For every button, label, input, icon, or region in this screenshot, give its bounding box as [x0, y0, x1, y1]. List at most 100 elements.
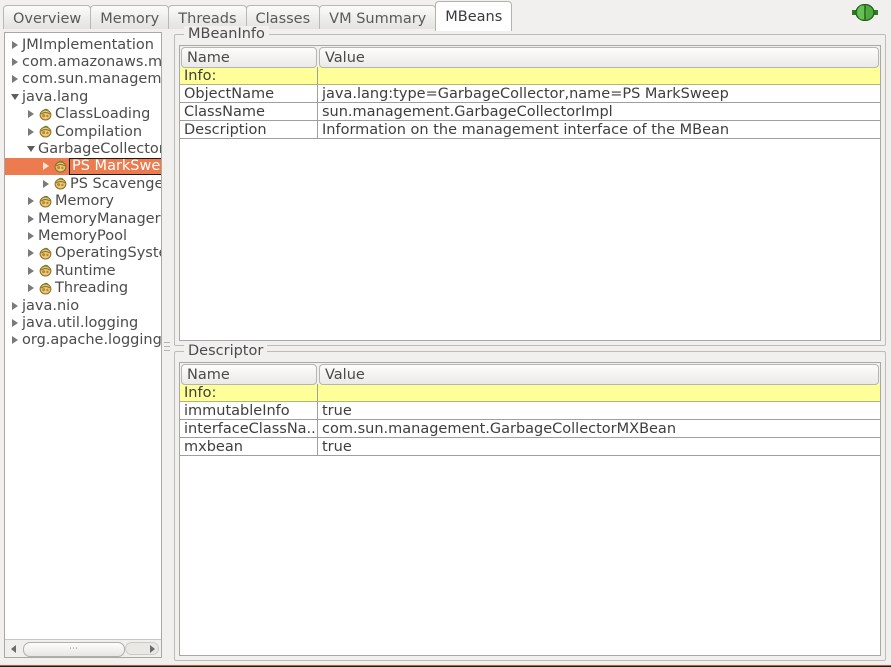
- table-row[interactable]: Info:: [180, 67, 880, 85]
- descriptor-table-header: Name Value: [180, 363, 880, 385]
- descriptor-panel: Descriptor Name Value Info: immutableInfo…: [174, 343, 886, 661]
- tree-hscroll-grip: ⋯: [69, 644, 79, 654]
- descriptor-table[interactable]: Name Value Info: immutableInfo true interfa…: [179, 362, 881, 656]
- chevron-right-icon[interactable]: [8, 75, 21, 84]
- tree-node-label: MemoryPool: [38, 227, 127, 244]
- tree-horizontal-scrollbar[interactable]: ⋯: [5, 639, 161, 657]
- tree-node-label: PS Scavenge: [70, 175, 161, 192]
- mbeaninfo-col-value[interactable]: Value: [319, 47, 879, 68]
- tab-label: VM Summary: [329, 10, 427, 27]
- mbean-icon: [52, 177, 69, 190]
- chevron-down-icon[interactable]: [24, 146, 37, 153]
- mbean-tree-scroll[interactable]: JMImplementation com.amazonaws.ma com.sun.…: [5, 33, 161, 639]
- tab-memory[interactable]: Memory: [90, 5, 170, 31]
- mbean-icon: [37, 195, 54, 208]
- connected-plug-icon[interactable]: [852, 3, 878, 22]
- tree-node-memorymanager[interactable]: MemoryManager: [5, 210, 161, 227]
- cell-name: ClassName: [180, 103, 318, 121]
- cell-name: mxbean: [180, 438, 318, 456]
- cell-value: [318, 384, 880, 402]
- chevron-right-icon[interactable]: [39, 162, 52, 171]
- cell-name: Info:: [180, 384, 318, 402]
- cell-name: Description: [180, 121, 318, 139]
- cell-name: ObjectName: [180, 85, 318, 103]
- tree-node-jmimplementation[interactable]: JMImplementation: [5, 36, 161, 53]
- descriptor-title: Descriptor: [184, 343, 268, 359]
- mbean-icon: [37, 108, 54, 121]
- mbeaninfo-table-body: Info: ObjectName java.lang:type=GarbageCol…: [180, 67, 880, 139]
- tree-node-label: Memory: [55, 193, 114, 210]
- tree-node-java-nio[interactable]: java.nio: [5, 297, 161, 314]
- chevron-right-icon[interactable]: [24, 110, 37, 119]
- table-row[interactable]: interfaceClassNa... com.sun.management.Ga…: [180, 420, 880, 438]
- table-row[interactable]: ClassName sun.management.GarbageCollector…: [180, 103, 880, 121]
- chevron-right-icon[interactable]: [24, 284, 37, 293]
- tree-node-label: Compilation: [55, 123, 143, 140]
- mbean-icon: [37, 247, 54, 260]
- chevron-right-icon[interactable]: [8, 301, 21, 310]
- tree-node-label: java.nio: [22, 297, 80, 314]
- tree-node-memory[interactable]: Memory: [5, 193, 161, 210]
- cell-name: immutableInfo: [180, 402, 318, 420]
- tree-node-label: PS MarkSweep: [69, 157, 161, 175]
- chevron-right-icon[interactable]: [8, 58, 21, 67]
- table-row[interactable]: Description Information on the management…: [180, 121, 880, 139]
- tab-vm-summary[interactable]: VM Summary: [319, 5, 437, 31]
- tree-node-com-amazonaws-ma[interactable]: com.amazonaws.ma: [5, 53, 161, 70]
- tree-node-compilation[interactable]: Compilation: [5, 123, 161, 140]
- tree-node-label: JMImplementation: [22, 36, 154, 53]
- tree-node-label: Runtime: [55, 262, 116, 279]
- jconsole-window: Overview Memory Threads Classes VM Summary MB…: [0, 0, 891, 667]
- tree-node-operatingsyste[interactable]: OperatingSyste: [5, 245, 161, 262]
- chevron-right-icon[interactable]: [24, 197, 37, 206]
- tree-node-org-apache-logging[interactable]: org.apache.logging.: [5, 332, 161, 349]
- descriptor-col-name[interactable]: Name: [181, 364, 317, 385]
- tab-mbeans[interactable]: MBeans: [435, 1, 513, 31]
- mbeaninfo-title: MBeanInfo: [184, 26, 269, 42]
- table-row[interactable]: immutableInfo true: [180, 402, 880, 420]
- cell-value: [318, 67, 880, 85]
- tree-node-threading[interactable]: Threading: [5, 279, 161, 296]
- tree-node-label: org.apache.logging.: [22, 332, 161, 349]
- tree-node-ps-marksweep[interactable]: PS MarkSweep: [5, 157, 161, 176]
- tab-label: MBeans: [445, 8, 503, 25]
- scroll-left-icon[interactable]: [6, 641, 21, 656]
- tree-node-runtime[interactable]: Runtime: [5, 262, 161, 279]
- chevron-right-icon[interactable]: [8, 318, 21, 327]
- cell-value: true: [318, 438, 880, 456]
- tab-overview[interactable]: Overview: [3, 5, 92, 31]
- split-pane-divider[interactable]: [163, 32, 172, 658]
- chevron-right-icon[interactable]: [24, 266, 37, 275]
- mbean-icon: [37, 264, 54, 277]
- cell-value: java.lang:type=GarbageCollector,name=PS …: [318, 85, 880, 103]
- tree-node-com-sun-manageme[interactable]: com.sun.manageme: [5, 71, 161, 88]
- tree-node-garbagecollector[interactable]: GarbageCollector: [5, 140, 161, 157]
- table-row[interactable]: mxbean true: [180, 438, 880, 456]
- tree-node-label: com.sun.manageme: [22, 71, 161, 88]
- chevron-right-icon[interactable]: [8, 40, 21, 49]
- chevron-right-icon[interactable]: [24, 249, 37, 258]
- chevron-right-icon[interactable]: [24, 214, 37, 223]
- tree-node-ps-scavenge[interactable]: PS Scavenge: [5, 175, 161, 192]
- chevron-down-icon[interactable]: [8, 93, 21, 100]
- cell-value: true: [318, 402, 880, 420]
- chevron-right-icon[interactable]: [39, 179, 52, 188]
- scroll-right-icon[interactable]: [145, 641, 160, 656]
- tab-label: Overview: [13, 10, 82, 27]
- chevron-right-icon[interactable]: [24, 127, 37, 136]
- cell-value: Information on the management interface …: [318, 121, 880, 139]
- tree-hscroll-thumb[interactable]: ⋯: [23, 642, 125, 657]
- mbeaninfo-col-name[interactable]: Name: [181, 47, 317, 68]
- chevron-right-icon[interactable]: [8, 336, 21, 345]
- mbeaninfo-table[interactable]: Name Value Info: ObjectName java.lang:type…: [179, 45, 881, 341]
- chevron-right-icon[interactable]: [24, 231, 37, 240]
- tree-node-java-util-logging[interactable]: java.util.logging: [5, 314, 161, 331]
- mbean-icon: [52, 160, 69, 173]
- tree-node-memorypool[interactable]: MemoryPool: [5, 227, 161, 244]
- table-row[interactable]: ObjectName java.lang:type=GarbageCollecto…: [180, 85, 880, 103]
- descriptor-col-value[interactable]: Value: [319, 364, 879, 385]
- tree-node-java-lang[interactable]: java.lang: [5, 88, 161, 105]
- mbeaninfo-table-header: Name Value: [180, 46, 880, 68]
- table-row[interactable]: Info:: [180, 384, 880, 402]
- tree-node-classloading[interactable]: ClassLoading: [5, 106, 161, 123]
